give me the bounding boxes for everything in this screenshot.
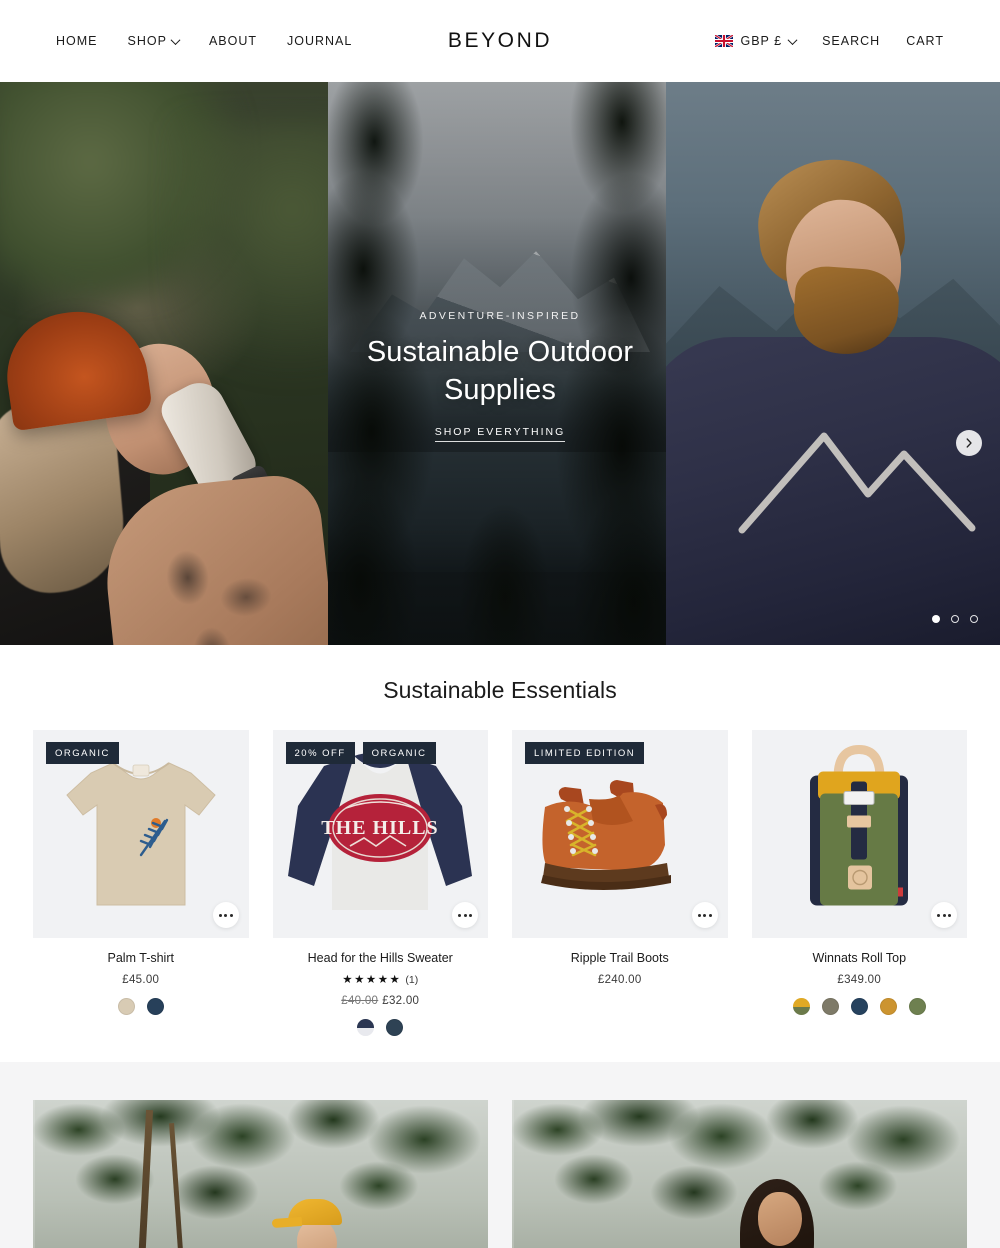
- nav-item-home[interactable]: HOME: [56, 34, 98, 48]
- hero-eyebrow: ADVENTURE-INSPIRED: [419, 310, 581, 322]
- price-current: £32.00: [382, 995, 420, 1007]
- products-section: Sustainable Essentials ORGANIC Palm T-sh…: [0, 645, 1000, 1062]
- product-rating: ★★★★★ (1): [273, 972, 489, 986]
- badge-group: ORGANIC: [46, 742, 119, 764]
- editorial-image-left[interactable]: [33, 1100, 488, 1248]
- svg-text:THE HILLS: THE HILLS: [322, 817, 439, 839]
- sweater-graphic: THE HILLS: [288, 752, 473, 910]
- nav-label: HOME: [56, 34, 98, 48]
- product-price: £40.00 £32.00: [273, 995, 489, 1007]
- price-current: £45.00: [122, 974, 160, 986]
- product-badge-discount: 20% OFF: [285, 742, 355, 764]
- product-name[interactable]: Ripple Trail Boots: [512, 951, 728, 965]
- carousel-pagination: [932, 615, 978, 623]
- product-card: 20% OFF ORGANIC THE HILLS Head for the H…: [272, 730, 489, 1036]
- uk-flag-icon: [715, 35, 734, 47]
- product-price: £349.00: [752, 974, 968, 986]
- hero-cta-button[interactable]: SHOP EVERYTHING: [434, 426, 566, 443]
- badge-group: 20% OFF ORGANIC: [285, 742, 436, 764]
- swatch-yellow-green[interactable]: [792, 998, 810, 1015]
- product-name[interactable]: Winnats Roll Top: [752, 951, 968, 965]
- person-face: [757, 1192, 802, 1247]
- review-count: (1): [405, 974, 419, 986]
- product-image[interactable]: 20% OFF ORGANIC THE HILLS: [272, 730, 488, 938]
- site-header: HOME SHOP ABOUT JOURNAL BEYOND GBP £ SEA…: [0, 0, 1000, 82]
- product-grid: ORGANIC Palm T-shirt £45.00 20% OFF ORGA…: [0, 730, 1000, 1036]
- product-name[interactable]: Head for the Hills Sweater: [273, 951, 489, 965]
- price-compare-at: £40.00: [341, 995, 379, 1007]
- site-logo[interactable]: BEYOND: [448, 29, 552, 53]
- hero-title-line-1: Sustainable Outdoor: [366, 336, 634, 368]
- rating-stars: ★★★★★: [342, 974, 402, 986]
- arm-tattoo: [141, 525, 299, 645]
- primary-nav: HOME SHOP ABOUT JOURNAL: [56, 34, 352, 48]
- hero-copy: ADVENTURE-INSPIRED Sustainable Outdoor S…: [0, 310, 1000, 443]
- color-swatches: [33, 998, 249, 1015]
- product-card: ORGANIC Palm T-shirt £45.00: [33, 730, 249, 1036]
- swatch-navy[interactable]: [850, 998, 868, 1015]
- product-image[interactable]: [751, 730, 967, 938]
- nav-label: ABOUT: [208, 34, 257, 48]
- carousel-dot-2[interactable]: [951, 615, 959, 623]
- swatch-taupe[interactable]: [821, 998, 839, 1015]
- quick-view-button[interactable]: [691, 902, 718, 928]
- carousel-dot-1[interactable]: [932, 615, 940, 623]
- swatch-mustard[interactable]: [879, 998, 897, 1015]
- swatch-olive[interactable]: [908, 998, 926, 1015]
- hero-title: Sustainable Outdoor Supplies: [12, 334, 988, 409]
- product-image[interactable]: ORGANIC: [33, 730, 249, 938]
- price-current: £349.00: [837, 974, 882, 986]
- nav-label: JOURNAL: [287, 34, 353, 48]
- hero-carousel: ADVENTURE-INSPIRED Sustainable Outdoor S…: [0, 82, 1000, 645]
- utility-nav: GBP £ SEARCH CART: [715, 34, 944, 48]
- swatch-sand[interactable]: [117, 998, 135, 1015]
- quick-view-button[interactable]: [452, 902, 478, 928]
- backpack-graphic: [810, 744, 909, 906]
- hero-title-line-2: Supplies: [443, 373, 557, 406]
- product-badge: LIMITED EDITION: [525, 742, 645, 764]
- nav-item-about[interactable]: ABOUT: [209, 34, 257, 48]
- color-swatches: [752, 998, 968, 1015]
- carousel-next-button[interactable]: [956, 430, 982, 456]
- chevron-down-icon: [787, 34, 798, 45]
- currency-label: GBP £: [740, 34, 783, 48]
- foliage: [33, 1100, 488, 1248]
- search-label: SEARCH: [822, 34, 881, 48]
- nav-item-shop[interactable]: SHOP: [127, 34, 181, 48]
- quick-view-button[interactable]: [931, 902, 957, 928]
- swatch-navy-white[interactable]: [357, 1019, 375, 1036]
- swatch-navy[interactable]: [146, 998, 164, 1015]
- price-current: £240.00: [597, 974, 642, 986]
- color-swatches: [273, 1019, 489, 1036]
- product-card: LIMITED EDITION Ripple Trail Boots £240.…: [512, 730, 728, 1036]
- product-image[interactable]: LIMITED EDITION: [512, 730, 728, 938]
- section-title: Sustainable Essentials: [383, 677, 617, 703]
- product-badge: ORGANIC: [46, 742, 119, 764]
- search-button[interactable]: SEARCH: [822, 34, 880, 48]
- badge-group: LIMITED EDITION: [525, 742, 645, 764]
- currency-selector[interactable]: GBP £: [715, 34, 798, 48]
- nav-item-journal[interactable]: JOURNAL: [287, 34, 352, 48]
- carousel-dot-3[interactable]: [970, 615, 978, 623]
- product-price: £240.00: [512, 974, 728, 986]
- editorial-section: [0, 1062, 1000, 1248]
- tshirt-graphic: [66, 762, 216, 906]
- editorial-image-right[interactable]: [512, 1100, 967, 1248]
- quick-view-button[interactable]: [212, 902, 239, 928]
- product-price: £45.00: [33, 974, 249, 986]
- chevron-down-icon: [170, 34, 181, 45]
- cart-button[interactable]: CART: [906, 34, 944, 48]
- product-badge-organic: ORGANIC: [362, 742, 436, 764]
- product-card: Winnats Roll Top £349.00: [751, 730, 968, 1036]
- cart-label: CART: [906, 34, 944, 48]
- boots-graphic: [540, 780, 671, 890]
- swatch-navy[interactable]: [386, 1019, 404, 1036]
- nav-label: SHOP: [127, 34, 167, 48]
- chevron-right-icon: [966, 438, 972, 448]
- product-name[interactable]: Palm T-shirt: [33, 951, 249, 965]
